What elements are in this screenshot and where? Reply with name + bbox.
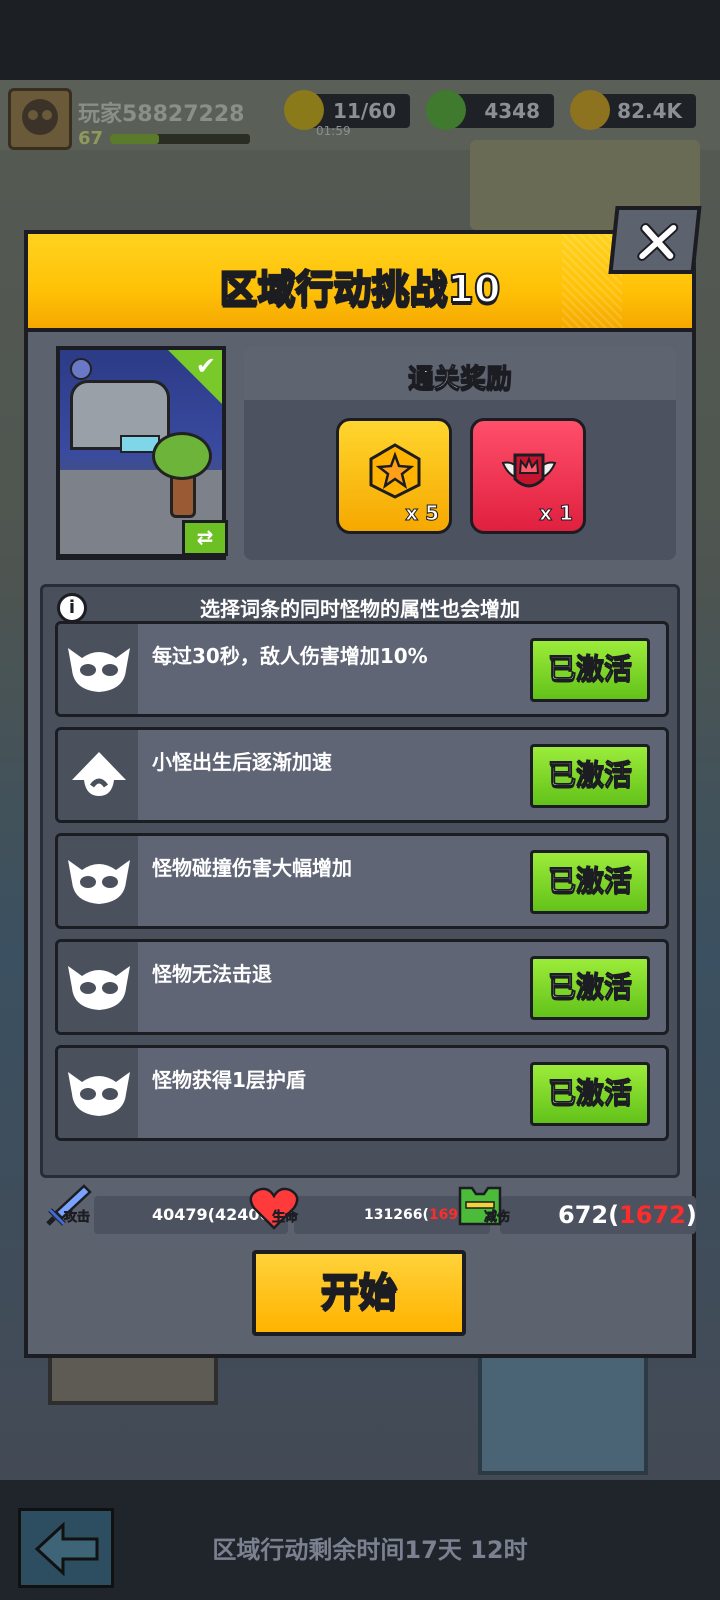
energy-counter[interactable]: 11/60 [284,90,410,130]
player-stats: 40479(42400) 攻击 131266(169600) 生命 672(16… [44,1184,697,1240]
dialog-header: 区域行动挑战10 [28,234,692,332]
activated-button[interactable]: 已激活 [530,1062,650,1126]
modifier-icon-box [58,624,138,714]
energy-value: 11/60 [333,99,396,123]
defense-label: 减伤 [484,1210,511,1226]
reward-star-badge[interactable]: x 5 [336,418,452,534]
heart-icon: 生命 [248,1184,304,1234]
bg-top-strip [0,0,720,80]
activated-button[interactable]: 已激活 [530,956,650,1020]
speed-arrow-icon [72,752,126,796]
skull-avatar-icon [22,99,58,135]
close-x-icon [637,223,679,261]
skull-icon [68,860,130,904]
tree-monster-icon [152,432,212,480]
gem-value: 4348 [484,99,540,123]
reward-title: 通关奖励 [407,364,512,395]
modifiers-hint: 选择词条的同时怪物的属性也会增加 [200,597,520,621]
player-level: 67 [78,128,104,149]
gold-counter[interactable]: 82.4K [570,90,696,130]
planet-decor [70,358,92,380]
player-name: 玩家58827228 [78,102,245,127]
reward-header: 通关奖励 [244,346,676,400]
reward-crown-badge[interactable]: x 1 [470,418,586,534]
skull-icon [68,648,130,692]
skull-icon [68,1072,130,1116]
defense-value: 672(1672) [558,1196,697,1234]
bg-room-lab [478,1345,648,1475]
modifier-text: 怪物获得1层护盾 [152,1068,306,1092]
gold-value: 82.4K [617,99,682,123]
star-badge-icon [369,443,421,499]
modifier-icon-box [58,942,138,1032]
hp-current: 131266( [364,1207,429,1223]
remaining-time: 区域行动剩余时间17天 12时 [212,1536,528,1564]
reward-qty: x 1 [539,501,574,526]
xp-bar [110,134,250,144]
xp-bar-fill [110,134,159,144]
modifier-row: 怪物获得1层护盾 已激活 [55,1045,669,1141]
hp-label: 生命 [272,1210,299,1226]
modifier-row: 怪物无法击退 已激活 [55,939,669,1035]
modifier-icon-box [58,836,138,926]
energy-timer: 01:59 [316,124,351,138]
swap-arrows-icon: ⇄ [196,525,214,549]
start-button[interactable]: 开始 [252,1250,466,1336]
gem-counter[interactable]: 4348 [426,90,554,130]
gold-coin-plus-icon [570,90,610,130]
defense-current: 672( [558,1201,620,1229]
player-avatar[interactable] [8,88,72,150]
sword-icon: 攻击 [44,1184,100,1234]
modifier-row: 每过30秒，敌人伤害增加10% 已激活 [55,621,669,717]
armor-icon: 减伤 [454,1184,510,1234]
close-button[interactable] [608,206,702,274]
reward-qty: x 5 [405,501,440,526]
reward-panel: 通关奖励 x 5 x 1 [244,346,676,560]
modifiers-panel: i 选择词条的同时怪物的属性也会增加 每过30秒，敌人伤害增加10% 已激活 小… [40,584,680,1178]
activated-button[interactable]: 已激活 [530,638,650,702]
modifier-text: 小怪出生后逐渐加速 [152,750,332,774]
modifier-text: 每过30秒，敌人伤害增加10% [152,644,428,668]
activated-button[interactable]: 已激活 [530,850,650,914]
swap-stage-button[interactable]: ⇄ [182,520,228,556]
skull-icon [68,966,130,1010]
modifier-text: 怪物无法击退 [152,962,272,986]
modifier-icon-box [58,730,138,820]
attack-label: 攻击 [64,1210,91,1226]
modifier-text: 怪物碰撞伤害大幅增加 [152,856,352,880]
defense-max: 1672 [619,1201,686,1229]
defense-stat: 672(1672) [500,1196,697,1234]
modifier-icon-box [58,1048,138,1138]
modifier-row: 小怪出生后逐渐加速 已激活 [55,727,669,823]
checkmark-icon: ✔ [195,352,216,380]
top-resource-bar: 玩家58827228 67 11/60 01:59 4348 82.4K [0,88,720,150]
activated-button[interactable]: 已激活 [530,744,650,808]
green-gem-plus-icon [426,90,466,130]
modifier-row: 怪物碰撞伤害大幅增加 已激活 [55,833,669,929]
dialog-title: 区域行动挑战10 [219,266,502,312]
winged-crown-badge-icon [501,453,557,488]
defense-close: ) [685,1201,697,1229]
